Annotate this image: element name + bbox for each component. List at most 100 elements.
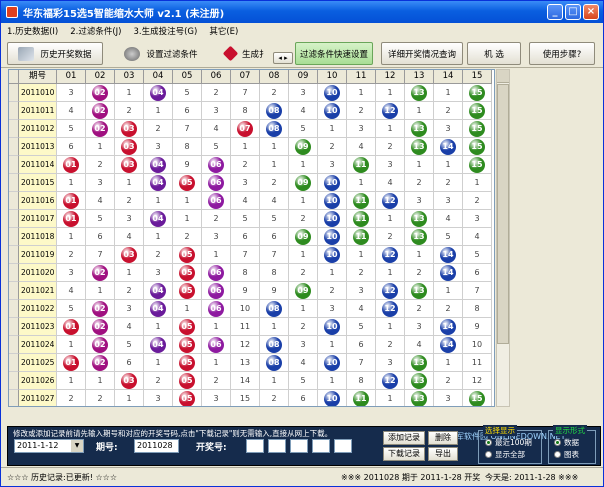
prize-label: 开奖号:	[196, 443, 227, 453]
miss-count-cell: 1	[144, 228, 173, 246]
table-row[interactable]: 2011016 01 4 2 1 1 06 4 4 1 10 11 12 3 3 2	[9, 192, 492, 210]
miss-count-cell: 2	[144, 246, 173, 264]
prize-number-3[interactable]	[290, 439, 308, 453]
table-row[interactable]: 2011013 6 1 03 3 8 5 1 1 09 2 4 2 13 14 15	[9, 138, 492, 156]
drawn-ball: 04	[150, 282, 166, 299]
export-button[interactable]: 导出	[428, 447, 458, 461]
number-cell: 06	[202, 156, 231, 174]
minimize-button[interactable]: _	[547, 4, 563, 20]
prize-number-2[interactable]	[268, 439, 286, 453]
drawn-ball: 13	[411, 282, 427, 299]
header-col-04[interactable]: 04	[144, 70, 173, 84]
table-row[interactable]: 2011023 01 02 4 1 05 1 11 1 2 10 5 1 3 14 9	[9, 318, 492, 336]
prize-number-5[interactable]	[334, 439, 352, 453]
chart-mode-radio[interactable]: 图表	[554, 449, 579, 460]
title-bar[interactable]: 华东福彩15选5智能缩水大师 v2.1 (未注册) _ □ ×	[1, 1, 603, 23]
header-col-15[interactable]: 15	[463, 70, 492, 84]
toolbar: 历史开奖数据 设置过滤条件 生成扌 ◂ ▸ 过滤条件快速设置 详细开奖情况查询 …	[1, 38, 603, 68]
number-cell: 15	[463, 138, 492, 156]
drawn-ball: 13	[411, 390, 427, 406]
table-row[interactable]: 2011018 1 6 4 1 2 3 6 6 09 10 11 2 13 5 4	[9, 228, 492, 246]
number-cell: 06	[202, 282, 231, 300]
scroll-up-arrow[interactable]	[497, 70, 509, 83]
drawn-ball: 04	[150, 84, 166, 101]
table-row[interactable]: 2011024 1 02 5 04 05 06 12 08 3 1 6 2 4 14 10	[9, 336, 492, 354]
history-data-button[interactable]: 历史开奖数据	[7, 42, 103, 65]
header-col-06[interactable]: 06	[202, 70, 231, 84]
table-row[interactable]: 2011021 4 1 2 04 05 06 9 9 09 2 3 12 13 1 7	[9, 282, 492, 300]
scroll-thumb[interactable]	[497, 84, 509, 344]
drawn-ball: 03	[121, 246, 137, 263]
generate-button[interactable]: 生成扌	[221, 42, 275, 65]
table-row[interactable]: 2011012 5 02 03 2 7 4 07 08 5 1 3 1 13 3 15	[9, 120, 492, 138]
header-col-11[interactable]: 11	[347, 70, 376, 84]
miss-count-cell: 3	[376, 354, 405, 372]
period-input[interactable]: 2011028	[134, 439, 179, 453]
status-draw-date: ※※※ 2011028 期于 2011-1-28 开奖	[341, 473, 481, 482]
history-grid[interactable]: 期号 01 02 03 04 05 06 07 08 09 10 11 12 13 14 15 2011010…	[8, 69, 495, 407]
number-cell: 12	[376, 372, 405, 390]
table-row[interactable]: 2011027 2 2 1 3 05 3 15 2 6 10 11 1 13 3 15	[9, 390, 492, 406]
header-period[interactable]: 期号	[19, 70, 57, 84]
menu-filter[interactable]: 2.过滤条件(J)	[64, 25, 127, 37]
number-cell: 10	[318, 390, 347, 406]
vertical-scrollbar[interactable]	[496, 69, 510, 407]
recent-100-radio[interactable]: 最近100期	[485, 437, 532, 448]
header-col-09[interactable]: 09	[289, 70, 318, 84]
close-button[interactable]: ×	[583, 4, 599, 20]
miss-count-cell: 2	[202, 210, 231, 228]
number-cell: 09	[289, 138, 318, 156]
header-col-12[interactable]: 12	[376, 70, 405, 84]
number-cell: 15	[463, 84, 492, 102]
table-row[interactable]: 2011017 01 5 3 04 1 2 5 5 2 10 11 1 13 4 3	[9, 210, 492, 228]
table-row[interactable]: 2011014 01 2 03 04 9 06 2 1 1 3 11 3 1 1 15	[9, 156, 492, 174]
drawn-ball: 04	[150, 174, 166, 191]
table-row[interactable]: 2011025 01 02 6 1 05 1 13 08 4 10 7 3 13 1 11	[9, 354, 492, 372]
add-record-button[interactable]: 添加记录	[383, 431, 425, 445]
miss-count-cell: 7	[347, 354, 376, 372]
row-marker	[9, 228, 19, 246]
header-col-02[interactable]: 02	[86, 70, 115, 84]
miss-count-cell: 4	[86, 192, 115, 210]
table-row[interactable]: 2011026 1 1 03 2 05 2 14 1 5 1 8 12 13 2 12	[9, 372, 492, 390]
miss-count-cell: 3	[289, 336, 318, 354]
download-record-button[interactable]: 下载记录	[383, 447, 425, 461]
table-row[interactable]: 2011022 5 02 3 04 1 06 10 08 1 3 4 12 2 2 8	[9, 300, 492, 318]
table-row[interactable]: 2011011 4 02 2 1 6 3 8 08 4 10 2 12 1 2 15	[9, 102, 492, 120]
header-col-03[interactable]: 03	[115, 70, 144, 84]
miss-count-cell: 1	[57, 174, 86, 192]
header-col-08[interactable]: 08	[260, 70, 289, 84]
filter-settings-button[interactable]: 设置过滤条件	[111, 42, 211, 65]
table-row[interactable]: 2011020 3 02 1 3 05 06 8 8 2 1 2 1 2 14 6	[9, 264, 492, 282]
menu-generate[interactable]: 3.生成投注号(G)	[128, 25, 204, 37]
header-col-07[interactable]: 07	[231, 70, 260, 84]
header-col-14[interactable]: 14	[434, 70, 463, 84]
random-pick-button[interactable]: 机 选	[467, 42, 521, 65]
header-col-10[interactable]: 10	[318, 70, 347, 84]
miss-count-cell: 3	[289, 84, 318, 102]
data-mode-radio[interactable]: 数据	[554, 437, 579, 448]
header-col-01[interactable]: 01	[57, 70, 86, 84]
help-steps-button[interactable]: 使用步骤?	[529, 42, 595, 65]
date-select[interactable]: 2011-1-12	[14, 439, 84, 453]
drawn-ball: 14	[440, 264, 456, 281]
quick-filter-button[interactable]: 过滤条件快速设置	[295, 42, 373, 65]
show-all-radio[interactable]: 显示全部	[485, 449, 525, 460]
table-row[interactable]: 2011015 1 3 1 04 05 06 3 2 09 10 1 4 2 2 1	[9, 174, 492, 192]
menu-history[interactable]: 1.历史数据(I)	[1, 25, 64, 37]
menu-other[interactable]: 其它(E)	[203, 25, 244, 37]
header-col-13[interactable]: 13	[405, 70, 434, 84]
prize-number-4[interactable]	[312, 439, 330, 453]
table-row[interactable]: 2011010 3 02 1 04 5 2 7 2 3 10 1 1 13 1 15	[9, 84, 492, 102]
miss-count-cell: 1	[173, 210, 202, 228]
miss-count-cell: 4	[115, 318, 144, 336]
toolbar-scroll-arrows[interactable]: ◂ ▸	[273, 52, 293, 64]
delete-record-button[interactable]: 删除	[428, 431, 458, 445]
detail-query-button[interactable]: 详细开奖情况查询	[381, 42, 463, 65]
number-cell: 13	[405, 372, 434, 390]
header-col-05[interactable]: 05	[173, 70, 202, 84]
number-cell: 15	[463, 390, 492, 406]
maximize-button[interactable]: □	[565, 4, 581, 20]
prize-number-1[interactable]	[246, 439, 264, 453]
table-row[interactable]: 2011019 2 7 03 2 05 1 7 7 1 10 1 12 1 14 5	[9, 246, 492, 264]
